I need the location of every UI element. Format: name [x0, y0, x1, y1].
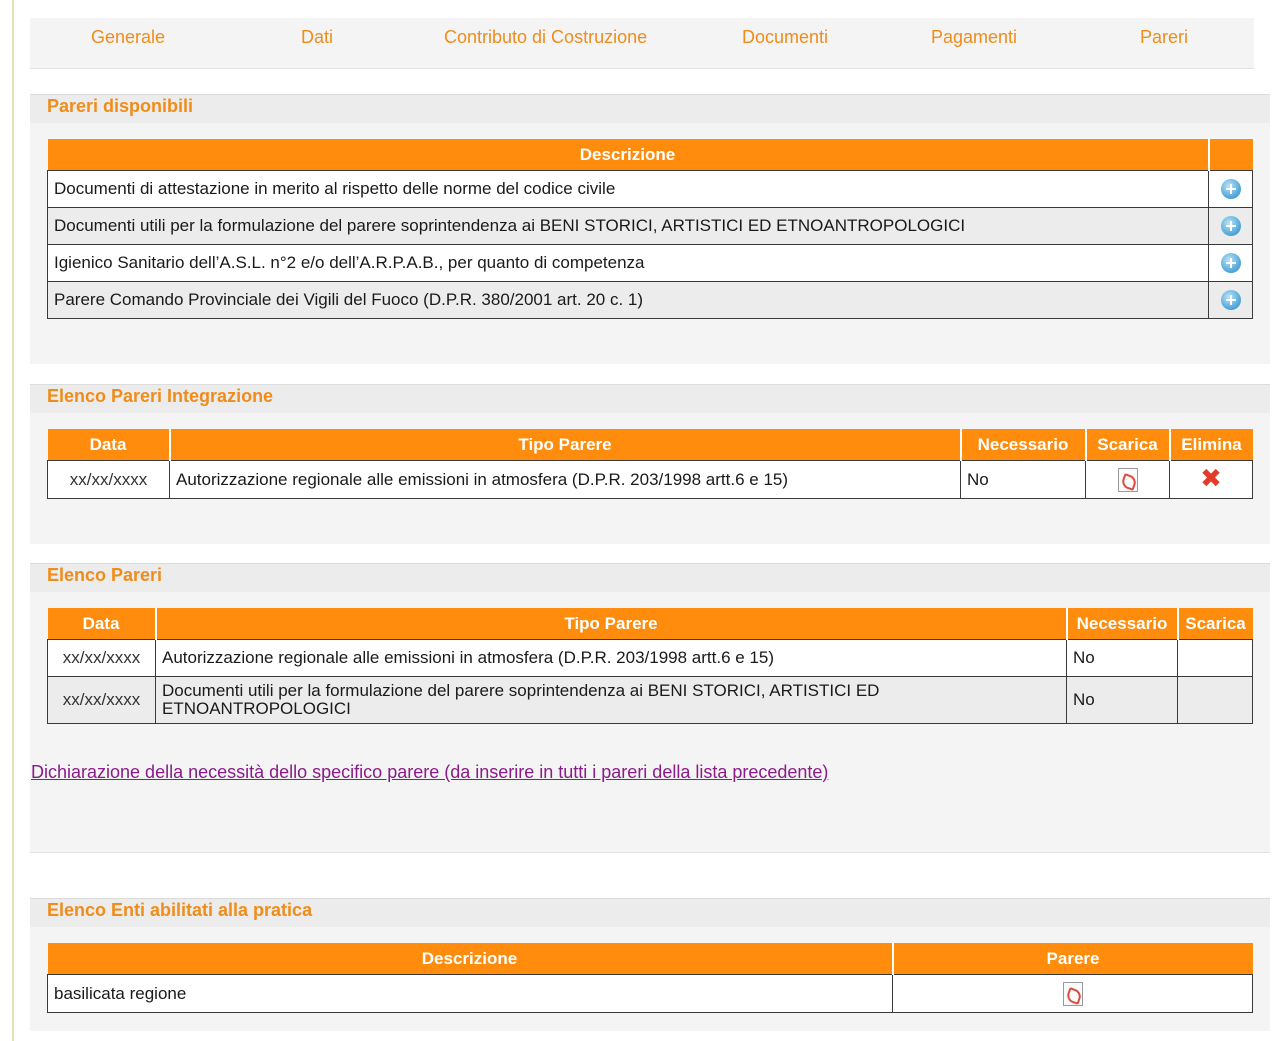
section-title: Elenco Pareri Integrazione: [47, 386, 274, 406]
add-cell: [1208, 170, 1253, 208]
pdf-icon[interactable]: [1062, 981, 1083, 1006]
column-header-necessario: Necessario: [1066, 608, 1179, 640]
section-header: Elenco Pareri: [30, 563, 1270, 592]
add-cell: [1208, 207, 1253, 245]
tipo-parere-cell: Documenti utili per la formulazione del …: [155, 676, 1067, 724]
add-cell: [1208, 244, 1253, 282]
table-row: xx/xx/xxxx Documenti utili per la formul…: [47, 676, 1253, 724]
column-header-descrizione: Descrizione: [47, 943, 894, 975]
add-icon[interactable]: [1220, 216, 1241, 236]
necessario-cell: No: [1066, 639, 1178, 677]
pareri-disponibili-table: Descrizione Documenti di attestazione in…: [47, 139, 1253, 319]
descrizione-cell: Documenti utili per la formulazione del …: [47, 207, 1209, 245]
section-title: Pareri disponibili: [47, 96, 194, 116]
tab-pagamenti[interactable]: Pagamenti: [931, 27, 1017, 48]
enti-table: Descrizione Parere basilicata regione: [47, 943, 1253, 1013]
left-border: [12, 0, 14, 1041]
data-cell: xx/xx/xxxx: [47, 460, 170, 499]
section-header: Elenco Pareri Integrazione: [30, 384, 1270, 413]
tab-documenti[interactable]: Documenti: [742, 27, 828, 48]
dichiarazione-necessita-link[interactable]: Dichiarazione della necessità dello spec…: [31, 762, 828, 783]
column-header-necessario: Necessario: [960, 429, 1087, 461]
column-header-tipo-parere: Tipo Parere: [155, 608, 1068, 640]
data-cell: xx/xx/xxxx: [47, 676, 156, 724]
descrizione-cell: Igienico Sanitario dell’A.S.L. n°2 e/o d…: [47, 244, 1209, 282]
add-icon[interactable]: [1220, 179, 1241, 199]
pdf-icon[interactable]: [1117, 467, 1138, 492]
parere-cell: [892, 974, 1253, 1013]
pareri-disponibili-section: Pareri disponibili Descrizione Documenti…: [30, 94, 1270, 364]
table-row: Parere Comando Provinciale dei Vigili de…: [47, 281, 1253, 319]
table-row: Documenti di attestazione in merito al r…: [47, 170, 1253, 208]
add-icon[interactable]: [1220, 253, 1241, 273]
elenco-pareri-section: Elenco Pareri Data Tipo Parere Necessari…: [30, 563, 1270, 853]
column-header-scarica: Scarica: [1177, 608, 1253, 640]
tab-pareri[interactable]: Pareri: [1140, 27, 1188, 48]
add-cell: [1208, 281, 1253, 319]
column-header-elimina: Elimina: [1169, 429, 1253, 461]
tab-dati[interactable]: Dati: [301, 27, 333, 48]
column-header-data: Data: [47, 608, 157, 640]
descrizione-cell: Parere Comando Provinciale dei Vigili de…: [47, 281, 1209, 319]
scarica-cell: [1085, 460, 1170, 499]
column-header-data: Data: [47, 429, 171, 461]
pareri-integrazione-section: Elenco Pareri Integrazione Data Tipo Par…: [30, 384, 1270, 544]
descrizione-cell: basilicata regione: [47, 974, 893, 1013]
necessario-cell: No: [1066, 676, 1178, 724]
table-row: Igienico Sanitario dell’A.S.L. n°2 e/o d…: [47, 244, 1253, 282]
column-header-parere: Parere: [892, 943, 1253, 975]
tab-generale[interactable]: Generale: [91, 27, 165, 48]
descrizione-cell: Documenti di attestazione in merito al r…: [47, 170, 1209, 208]
section-title: Elenco Pareri: [47, 565, 163, 585]
tipo-parere-cell: Autorizzazione regionale alle emissioni …: [169, 460, 961, 499]
elenco-pareri-table: Data Tipo Parere Necessario Scarica xx/x…: [47, 608, 1253, 724]
pareri-integrazione-table: Data Tipo Parere Necessario Scarica Elim…: [47, 429, 1253, 499]
necessario-cell: No: [960, 460, 1086, 499]
table-row: xx/xx/xxxx Autorizzazione regionale alle…: [47, 639, 1253, 677]
data-cell: xx/xx/xxxx: [47, 639, 156, 677]
table-row: Documenti utili per la formulazione del …: [47, 207, 1253, 245]
column-header-descrizione: Descrizione: [47, 139, 1210, 171]
tipo-parere-cell: Autorizzazione regionale alle emissioni …: [155, 639, 1067, 677]
top-nav: Generale Dati Contributo di Costruzione …: [30, 18, 1254, 69]
table-row: xx/xx/xxxx Autorizzazione regionale alle…: [47, 460, 1253, 499]
add-icon[interactable]: [1220, 290, 1241, 310]
table-row: basilicata regione: [47, 974, 1253, 1013]
elimina-cell: ✖: [1169, 460, 1253, 499]
section-title: Elenco Enti abilitati alla pratica: [47, 900, 313, 920]
tab-contributo-costruzione[interactable]: Contributo di Costruzione: [444, 27, 647, 48]
section-header: Pareri disponibili: [30, 94, 1270, 123]
column-header-scarica: Scarica: [1085, 429, 1171, 461]
delete-icon[interactable]: ✖: [1200, 466, 1222, 492]
section-header: Elenco Enti abilitati alla pratica: [30, 898, 1270, 927]
column-header-tipo-parere: Tipo Parere: [169, 429, 962, 461]
column-header-actions: [1208, 139, 1253, 171]
scarica-cell: [1177, 639, 1253, 677]
scarica-cell: [1177, 676, 1253, 724]
enti-section: Elenco Enti abilitati alla pratica Descr…: [30, 898, 1270, 1031]
